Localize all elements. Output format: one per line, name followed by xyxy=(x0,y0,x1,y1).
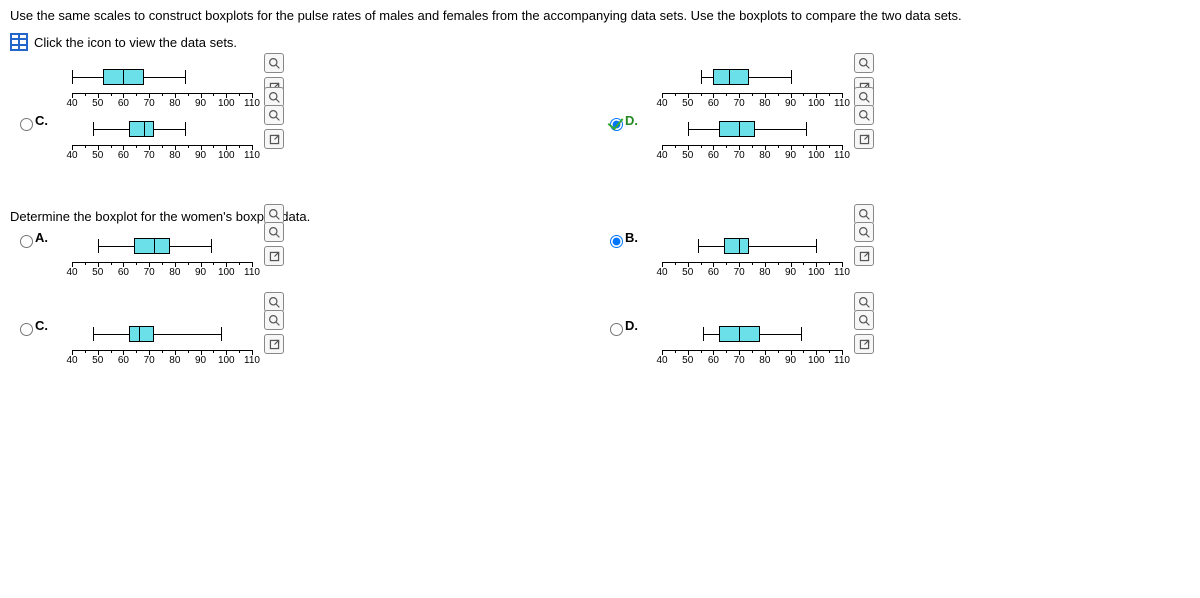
radio-q1-c[interactable] xyxy=(20,118,33,131)
boxplot-q2-b: 405060708090100110 xyxy=(662,234,862,282)
zoom-icon[interactable] xyxy=(854,310,874,330)
zoom-icon[interactable] xyxy=(854,105,874,125)
radio-q2-b[interactable] xyxy=(610,235,623,248)
question-text: Use the same scales to construct boxplot… xyxy=(10,8,1190,23)
boxplot-q1-c: 405060708090100110 xyxy=(72,117,272,165)
boxplot-q2-a: 405060708090100110 xyxy=(72,234,272,282)
data-table-icon[interactable] xyxy=(10,33,28,51)
label-d: D. xyxy=(625,318,638,333)
zoom-icon[interactable] xyxy=(854,204,874,224)
boxplot-top-left: 405060708090100110 xyxy=(72,65,272,113)
label-c: C. xyxy=(35,113,48,128)
zoom-icon[interactable] xyxy=(854,87,874,107)
label-c: C. xyxy=(35,318,48,333)
hint-text: Click the icon to view the data sets. xyxy=(34,35,237,50)
label-d-correct: D. xyxy=(625,113,638,128)
open-icon[interactable] xyxy=(854,334,874,354)
open-icon[interactable] xyxy=(854,246,874,266)
zoom-icon[interactable] xyxy=(854,292,874,312)
boxplot-top-right: 405060708090100110 xyxy=(662,65,862,113)
section-title: Determine the boxplot for the women's bo… xyxy=(10,209,1190,224)
radio-q2-a[interactable] xyxy=(20,235,33,248)
open-icon[interactable] xyxy=(854,129,874,149)
boxplot-q1-d: 405060708090100110 xyxy=(662,117,862,165)
open-icon[interactable] xyxy=(264,334,284,354)
zoom-icon[interactable] xyxy=(854,222,874,242)
zoom-icon[interactable] xyxy=(264,292,284,312)
zoom-icon[interactable] xyxy=(264,87,284,107)
open-icon[interactable] xyxy=(264,129,284,149)
label-b: B. xyxy=(625,230,638,245)
radio-q2-d[interactable] xyxy=(610,323,623,336)
zoom-icon[interactable] xyxy=(264,222,284,242)
boxplot-q2-c: 405060708090100110 xyxy=(72,322,272,370)
boxplot-q2-d: 405060708090100110 xyxy=(662,322,862,370)
zoom-icon[interactable] xyxy=(264,204,284,224)
zoom-icon[interactable] xyxy=(854,53,874,73)
open-icon[interactable] xyxy=(264,246,284,266)
zoom-icon[interactable] xyxy=(264,105,284,125)
zoom-icon[interactable] xyxy=(264,53,284,73)
label-a: A. xyxy=(35,230,48,245)
radio-q2-c[interactable] xyxy=(20,323,33,336)
zoom-icon[interactable] xyxy=(264,310,284,330)
